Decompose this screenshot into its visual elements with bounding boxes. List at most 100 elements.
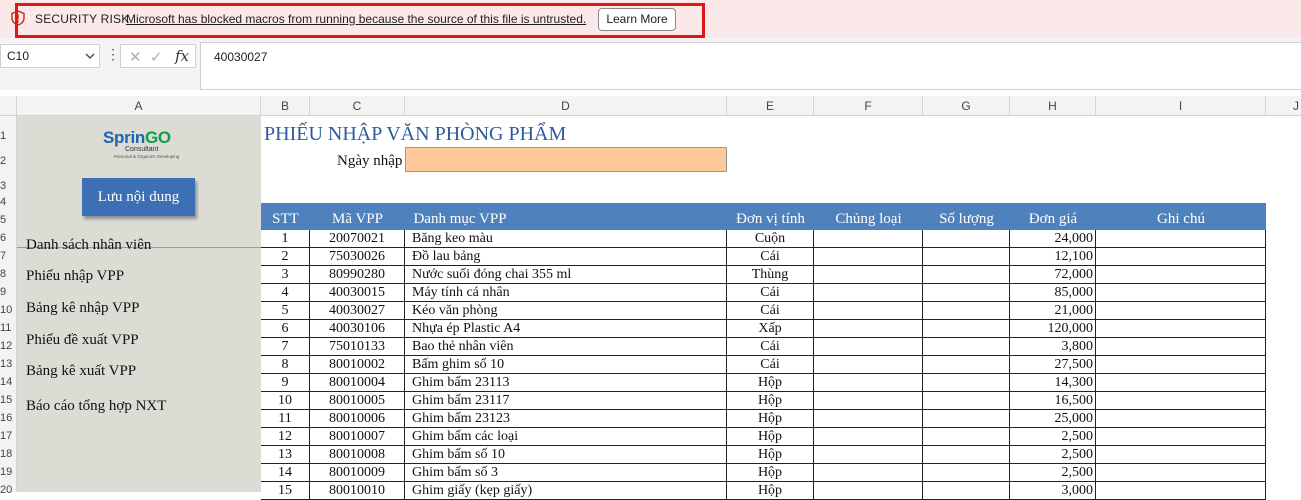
cell-ma-vpp[interactable]: 80010005 bbox=[310, 392, 405, 410]
nav-link-import-list[interactable]: Bảng kê nhập VPP bbox=[26, 300, 139, 317]
cell-so-luong[interactable] bbox=[923, 392, 1010, 410]
cell-so-luong[interactable] bbox=[923, 374, 1010, 392]
cell-stt[interactable]: 7 bbox=[261, 338, 310, 356]
cell-chung-loai[interactable] bbox=[814, 248, 923, 266]
cell-stt[interactable]: 8 bbox=[261, 356, 310, 374]
cell-so-luong[interactable] bbox=[923, 410, 1010, 428]
nav-link-proposal-slip[interactable]: Phiếu đề xuất VPP bbox=[26, 332, 139, 349]
cell-danh-muc[interactable]: Kéo văn phòng bbox=[405, 302, 727, 320]
cell-don-vi-tinh[interactable]: Xấp bbox=[727, 320, 814, 338]
cell-ghi-chu[interactable] bbox=[1096, 338, 1266, 356]
cell-stt[interactable]: 10 bbox=[261, 392, 310, 410]
cell-chung-loai[interactable] bbox=[814, 338, 923, 356]
row-header[interactable]: 19 bbox=[0, 466, 16, 478]
cell-stt[interactable]: 1 bbox=[261, 230, 310, 248]
column-header-g[interactable]: G bbox=[923, 96, 1010, 116]
cell-so-luong[interactable] bbox=[923, 428, 1010, 446]
cell-don-vi-tinh[interactable]: Cái bbox=[727, 302, 814, 320]
row-header[interactable]: 20 bbox=[0, 484, 16, 496]
cell-ma-vpp[interactable]: 80010009 bbox=[310, 464, 405, 482]
cell-so-luong[interactable] bbox=[923, 356, 1010, 374]
cell-ma-vpp[interactable]: 75030026 bbox=[310, 248, 405, 266]
cell-stt[interactable]: 14 bbox=[261, 464, 310, 482]
cell-don-vi-tinh[interactable]: Hộp bbox=[727, 464, 814, 482]
cell-so-luong[interactable] bbox=[923, 284, 1010, 302]
row-header[interactable]: 3 bbox=[0, 180, 16, 192]
cell-danh-muc[interactable]: Ghim bấm các loại bbox=[405, 428, 727, 446]
row-header[interactable]: 15 bbox=[0, 394, 16, 406]
cell-ma-vpp[interactable]: 75010133 bbox=[310, 338, 405, 356]
cell-so-luong[interactable] bbox=[923, 464, 1010, 482]
cell-ghi-chu[interactable] bbox=[1096, 464, 1266, 482]
cell-danh-muc[interactable]: Ghim bấm 23113 bbox=[405, 374, 727, 392]
cell-stt[interactable]: 12 bbox=[261, 428, 310, 446]
cell-stt[interactable]: 2 bbox=[261, 248, 310, 266]
cell-danh-muc[interactable]: Ghim bấm 23117 bbox=[405, 392, 727, 410]
row-header[interactable]: 7 bbox=[0, 250, 16, 262]
row-header[interactable]: 12 bbox=[0, 340, 16, 352]
save-content-button[interactable]: Lưu nội dung bbox=[82, 178, 195, 216]
cell-don-gia[interactable]: 3,800 bbox=[1010, 338, 1096, 356]
nav-link-summary-report[interactable]: Báo cáo tổng hợp NXT bbox=[26, 398, 166, 415]
cell-ghi-chu[interactable] bbox=[1096, 320, 1266, 338]
cell-ma-vpp[interactable]: 80010006 bbox=[310, 410, 405, 428]
cell-chung-loai[interactable] bbox=[814, 446, 923, 464]
column-header-b[interactable]: B bbox=[261, 96, 310, 116]
cell-so-luong[interactable] bbox=[923, 482, 1010, 500]
row-header[interactable]: 18 bbox=[0, 448, 16, 460]
row-header[interactable]: 16 bbox=[0, 412, 16, 424]
cell-chung-loai[interactable] bbox=[814, 302, 923, 320]
row-header[interactable]: 13 bbox=[0, 358, 16, 370]
cell-stt[interactable]: 6 bbox=[261, 320, 310, 338]
column-header-j[interactable]: J bbox=[1266, 96, 1301, 116]
date-input-cell[interactable] bbox=[405, 147, 727, 172]
cell-ma-vpp[interactable]: 80010007 bbox=[310, 428, 405, 446]
cell-so-luong[interactable] bbox=[923, 302, 1010, 320]
nav-link-export-list[interactable]: Bảng kê xuất VPP bbox=[26, 363, 136, 380]
cell-danh-muc[interactable]: Ghim giấy (kẹp giấy) bbox=[405, 482, 727, 500]
cell-stt[interactable]: 3 bbox=[261, 266, 310, 284]
cell-ghi-chu[interactable] bbox=[1096, 230, 1266, 248]
row-header[interactable]: 8 bbox=[0, 268, 16, 280]
cell-ghi-chu[interactable] bbox=[1096, 410, 1266, 428]
cell-don-gia[interactable]: 21,000 bbox=[1010, 302, 1096, 320]
cell-ghi-chu[interactable] bbox=[1096, 302, 1266, 320]
cell-don-vi-tinh[interactable]: Cái bbox=[727, 338, 814, 356]
cell-don-gia[interactable]: 25,000 bbox=[1010, 410, 1096, 428]
cell-ghi-chu[interactable] bbox=[1096, 266, 1266, 284]
cell-so-luong[interactable] bbox=[923, 446, 1010, 464]
cell-ma-vpp[interactable]: 40030015 bbox=[310, 284, 405, 302]
cell-chung-loai[interactable] bbox=[814, 266, 923, 284]
cell-don-gia[interactable]: 16,500 bbox=[1010, 392, 1096, 410]
column-header-e[interactable]: E bbox=[727, 96, 814, 116]
cell-don-gia[interactable]: 120,000 bbox=[1010, 320, 1096, 338]
cell-danh-muc[interactable]: Đồ lau bảng bbox=[405, 248, 727, 266]
cell-ghi-chu[interactable] bbox=[1096, 374, 1266, 392]
cell-danh-muc[interactable]: Nước suối đóng chai 355 ml bbox=[405, 266, 727, 284]
cell-ma-vpp[interactable]: 40030027 bbox=[310, 302, 405, 320]
cell-chung-loai[interactable] bbox=[814, 464, 923, 482]
cell-chung-loai[interactable] bbox=[814, 356, 923, 374]
cell-ghi-chu[interactable] bbox=[1096, 392, 1266, 410]
cell-stt[interactable]: 13 bbox=[261, 446, 310, 464]
cell-chung-loai[interactable] bbox=[814, 428, 923, 446]
cell-chung-loai[interactable] bbox=[814, 392, 923, 410]
cell-stt[interactable]: 9 bbox=[261, 374, 310, 392]
name-box[interactable]: C10 bbox=[0, 44, 100, 68]
cell-don-vi-tinh[interactable]: Cái bbox=[727, 284, 814, 302]
cell-stt[interactable]: 5 bbox=[261, 302, 310, 320]
cell-stt[interactable]: 15 bbox=[261, 482, 310, 500]
column-header-h[interactable]: H bbox=[1010, 96, 1096, 116]
row-header[interactable]: 14 bbox=[0, 376, 16, 388]
cell-don-vi-tinh[interactable]: Cái bbox=[727, 248, 814, 266]
cell-ghi-chu[interactable] bbox=[1096, 248, 1266, 266]
cell-so-luong[interactable] bbox=[923, 320, 1010, 338]
row-header[interactable]: 1 bbox=[0, 130, 16, 142]
row-header[interactable]: 5 bbox=[0, 214, 16, 226]
cell-ghi-chu[interactable] bbox=[1096, 356, 1266, 374]
formula-input[interactable]: 40030027 bbox=[200, 42, 1301, 90]
cell-ghi-chu[interactable] bbox=[1096, 284, 1266, 302]
chevron-down-icon[interactable] bbox=[85, 52, 95, 60]
cell-danh-muc[interactable]: Nhựa ép Plastic A4 bbox=[405, 320, 727, 338]
cell-don-gia[interactable]: 24,000 bbox=[1010, 230, 1096, 248]
